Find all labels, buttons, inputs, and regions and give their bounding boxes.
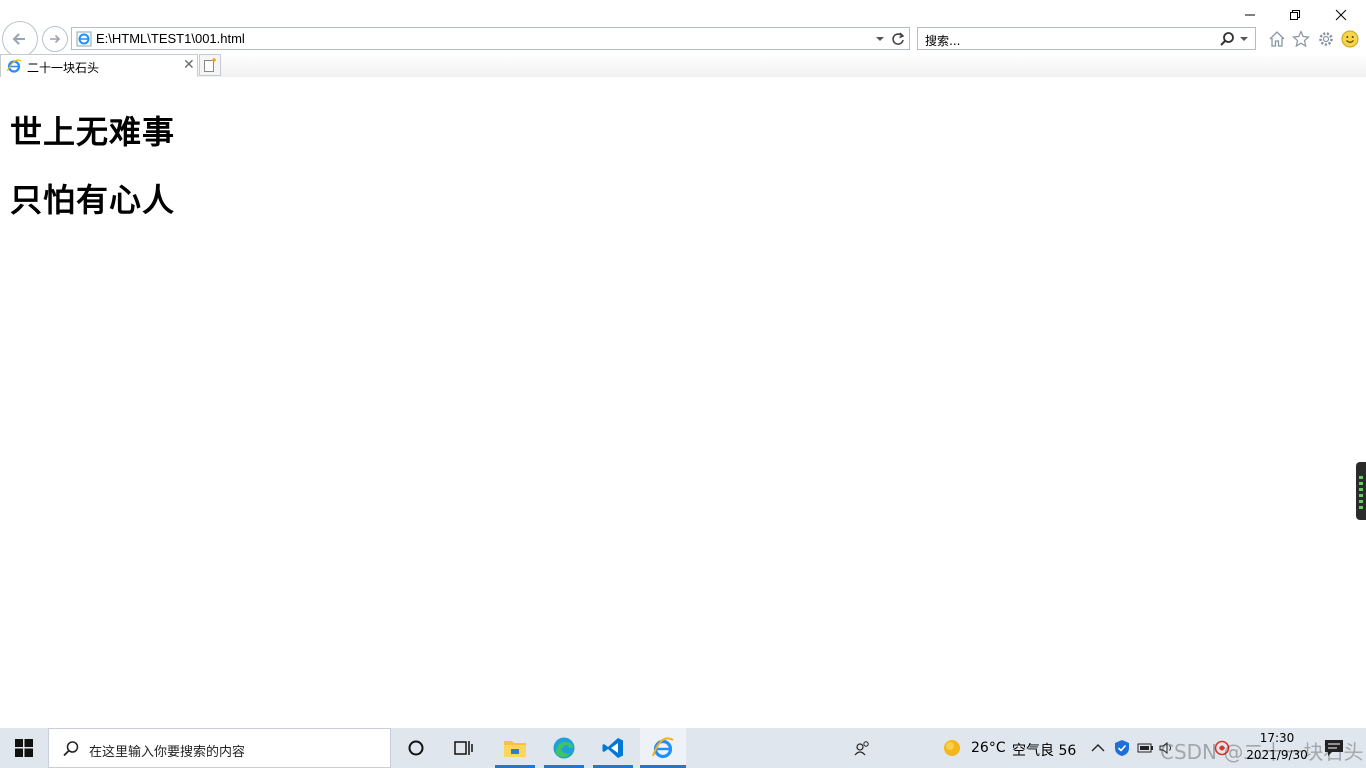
back-arrow-icon [12, 33, 25, 45]
browser-search-placeholder: 搜索... [925, 34, 961, 48]
restore-icon [1290, 10, 1300, 20]
taskbar-search-box[interactable]: 在这里输入你要搜索的内容 [48, 728, 391, 768]
weather-temperature[interactable]: 26°C [971, 740, 1006, 756]
restore-button[interactable] [1272, 0, 1318, 30]
people-button[interactable] [848, 728, 876, 768]
edge-icon [553, 737, 575, 759]
close-button[interactable] [1318, 0, 1364, 30]
system-clock[interactable]: 17:30 2021/9/30 [1244, 730, 1310, 764]
forward-button[interactable] [42, 26, 68, 52]
notification-center-button[interactable] [1320, 728, 1348, 768]
settings-gear-icon [1319, 32, 1333, 46]
new-tab-icon [204, 58, 216, 72]
clock-time: 17:30 [1259, 731, 1295, 745]
tab-bar: 二十一块石头 ✕ [0, 54, 1366, 77]
tab-current[interactable]: 二十一块石头 ✕ [0, 54, 198, 77]
home-button[interactable] [1267, 29, 1287, 49]
battery-icon [1137, 743, 1153, 753]
page-content: 世上无难事 只怕有心人 [0, 77, 1366, 728]
address-url[interactable]: E:\HTML\TEST1\001.html [96, 31, 245, 46]
air-quality[interactable]: 空气良 56 [1012, 740, 1076, 760]
vscode-button[interactable] [593, 728, 633, 768]
security-tray-button[interactable] [1111, 728, 1133, 768]
shield-icon [1115, 740, 1129, 756]
battery-tray-button[interactable] [1135, 728, 1157, 768]
address-bar[interactable]: E:\HTML\TEST1\001.html [71, 27, 910, 50]
windows-start-icon [15, 739, 33, 757]
internet-explorer-icon [652, 737, 674, 759]
vscode-icon [602, 738, 623, 758]
back-button[interactable] [2, 21, 38, 57]
favorites-button[interactable] [1291, 29, 1311, 49]
favorites-star-icon [1292, 30, 1310, 48]
taskbar-search-icon [62, 740, 80, 758]
internet-explorer-button[interactable] [640, 728, 686, 768]
heading-line-2: 只怕有心人 [10, 181, 176, 219]
tab-close-icon[interactable]: ✕ [183, 57, 195, 73]
search-icon[interactable] [1219, 31, 1235, 47]
settings-button[interactable] [1316, 29, 1336, 49]
page-favicon-icon [76, 31, 92, 47]
home-icon [1269, 31, 1285, 47]
tab-title: 二十一块石头 [27, 61, 100, 75]
side-widget-tab[interactable] [1356, 462, 1366, 520]
notification-icon [1325, 740, 1343, 756]
refresh-icon[interactable] [891, 31, 905, 47]
clock-date: 2021/9/30 [1246, 748, 1308, 762]
show-hidden-icons-button[interactable] [1088, 728, 1108, 768]
feedback-smiley-icon [1341, 30, 1359, 48]
task-view-button[interactable] [444, 728, 484, 768]
weather-button[interactable] [938, 728, 966, 768]
edge-button[interactable] [544, 728, 584, 768]
taskbar: 在这里输入你要搜索的内容 26°C 空气良 56 CSDN @二十一块石头 17… [0, 728, 1366, 768]
task-view-icon [454, 741, 473, 755]
cortana-button[interactable] [396, 728, 436, 768]
search-dropdown-icon[interactable] [1239, 32, 1249, 44]
browser-search-box[interactable]: 搜索... [917, 27, 1256, 50]
close-icon [1335, 9, 1347, 21]
address-dropdown-icon[interactable] [875, 32, 885, 44]
minimize-button[interactable] [1227, 0, 1273, 30]
feedback-button[interactable] [1340, 29, 1360, 49]
file-explorer-icon [504, 741, 526, 757]
internet-explorer-tab-icon [6, 58, 22, 74]
file-explorer-button[interactable] [495, 728, 535, 768]
sun-weather-icon [944, 740, 960, 756]
chevron-up-icon [1091, 744, 1105, 752]
forward-arrow-icon [50, 34, 61, 44]
minimize-icon [1245, 14, 1255, 16]
cortana-icon [408, 740, 424, 756]
taskbar-search-placeholder: 在这里输入你要搜索的内容 [89, 745, 246, 760]
heading-line-1: 世上无难事 [10, 113, 176, 151]
new-tab-button[interactable] [199, 54, 221, 76]
start-button[interactable] [0, 728, 48, 768]
people-icon [854, 741, 869, 756]
